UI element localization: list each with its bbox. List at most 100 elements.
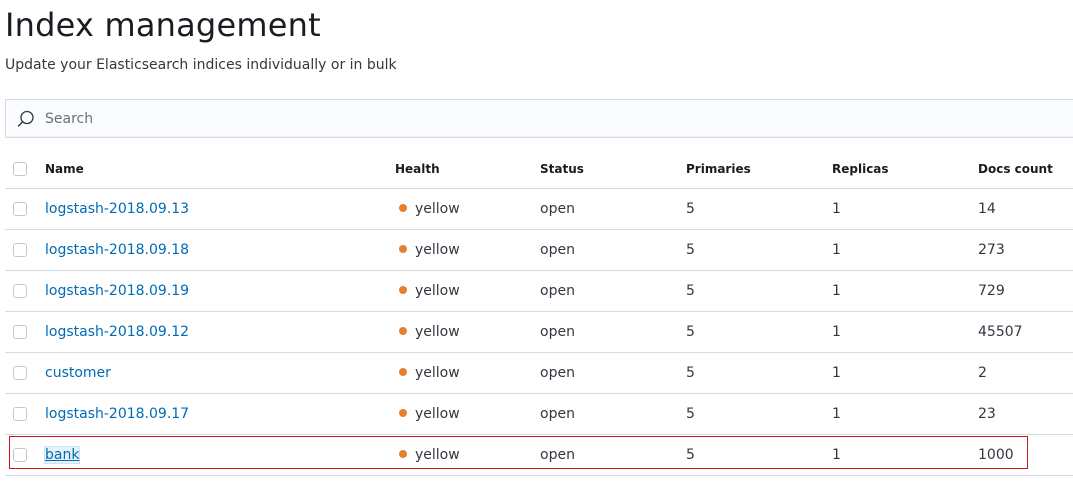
select-all-cell xyxy=(13,150,29,188)
health-label: yellow xyxy=(415,324,460,340)
status-cell: open xyxy=(540,283,575,299)
primaries-cell: 5 xyxy=(686,324,695,340)
status-cell: open xyxy=(540,324,575,340)
indices-table: Name Health Status Primaries Replicas Do… xyxy=(5,150,1073,476)
index-name-link[interactable]: logstash-2018.09.13 xyxy=(45,201,189,217)
health-dot-icon xyxy=(399,286,407,294)
health-label: yellow xyxy=(415,365,460,381)
health-dot-icon xyxy=(399,368,407,376)
page-subtitle: Update your Elasticsearch indices indivi… xyxy=(5,57,397,73)
health-cell: yellow xyxy=(395,394,460,434)
search-icon xyxy=(17,110,34,127)
health-dot-icon xyxy=(399,450,407,458)
replicas-cell: 1 xyxy=(832,201,841,217)
replicas-cell: 1 xyxy=(832,324,841,340)
status-cell: open xyxy=(540,242,575,258)
status-cell: open xyxy=(540,201,575,217)
index-name-cell: logstash-2018.09.13 xyxy=(45,189,189,229)
index-name-link[interactable]: bank xyxy=(45,447,80,463)
column-header-status[interactable]: Status xyxy=(540,150,584,188)
health-dot-icon xyxy=(399,409,407,417)
health-cell: yellow xyxy=(395,312,460,352)
row-checkbox-cell xyxy=(13,435,29,475)
replicas-cell: 1 xyxy=(832,242,841,258)
search-input[interactable] xyxy=(45,100,945,137)
docs-count-cell: 14 xyxy=(978,201,996,217)
primaries-cell: 5 xyxy=(686,447,695,463)
index-name-cell: customer xyxy=(45,353,111,393)
row-checkbox-cell xyxy=(13,271,29,311)
table-header-row: Name Health Status Primaries Replicas Do… xyxy=(5,150,1073,189)
health-label: yellow xyxy=(415,447,460,463)
health-cell: yellow xyxy=(395,271,460,311)
row-checkbox-cell xyxy=(13,189,29,229)
primaries-cell: 5 xyxy=(686,242,695,258)
index-management-page: Index management Update your Elasticsear… xyxy=(0,0,1073,482)
primaries-cell: 5 xyxy=(686,406,695,422)
column-header-docs-count[interactable]: Docs count xyxy=(978,150,1053,188)
index-name-link[interactable]: customer xyxy=(45,365,111,381)
status-cell: open xyxy=(540,365,575,381)
column-header-primaries[interactable]: Primaries xyxy=(686,150,751,188)
replicas-cell: 1 xyxy=(832,447,841,463)
row-checkbox[interactable] xyxy=(13,284,27,298)
health-cell: yellow xyxy=(395,435,460,475)
health-dot-icon xyxy=(399,204,407,212)
docs-count-cell: 1000 xyxy=(978,447,1014,463)
row-checkbox-cell xyxy=(13,230,29,270)
docs-count-cell: 45507 xyxy=(978,324,1023,340)
column-header-name[interactable]: Name xyxy=(45,150,84,188)
health-label: yellow xyxy=(415,406,460,422)
column-header-health[interactable]: Health xyxy=(395,150,440,188)
table-row: bank yellow open 5 1 1000 xyxy=(5,435,1073,476)
primaries-cell: 5 xyxy=(686,283,695,299)
status-cell: open xyxy=(540,406,575,422)
index-name-link[interactable]: logstash-2018.09.17 xyxy=(45,406,189,422)
row-checkbox[interactable] xyxy=(13,202,27,216)
row-checkbox-cell xyxy=(13,353,29,393)
index-name-cell: bank xyxy=(45,435,80,475)
docs-count-cell: 273 xyxy=(978,242,1005,258)
status-cell: open xyxy=(540,447,575,463)
health-label: yellow xyxy=(415,283,460,299)
health-dot-icon xyxy=(399,245,407,253)
replicas-cell: 1 xyxy=(832,406,841,422)
docs-count-cell: 729 xyxy=(978,283,1005,299)
row-checkbox[interactable] xyxy=(13,325,27,339)
primaries-cell: 5 xyxy=(686,365,695,381)
index-name-link[interactable]: logstash-2018.09.19 xyxy=(45,283,189,299)
select-all-checkbox[interactable] xyxy=(13,162,27,176)
table-row: logstash-2018.09.12 yellow open 5 1 4550… xyxy=(5,312,1073,353)
index-name-cell: logstash-2018.09.18 xyxy=(45,230,189,270)
row-checkbox[interactable] xyxy=(13,407,27,421)
table-row: logstash-2018.09.19 yellow open 5 1 729 xyxy=(5,271,1073,312)
index-name-cell: logstash-2018.09.19 xyxy=(45,271,189,311)
row-checkbox-cell xyxy=(13,394,29,434)
replicas-cell: 1 xyxy=(832,283,841,299)
row-checkbox[interactable] xyxy=(13,448,27,462)
index-name-link[interactable]: logstash-2018.09.12 xyxy=(45,324,189,340)
replicas-cell: 1 xyxy=(832,365,841,381)
health-cell: yellow xyxy=(395,230,460,270)
table-row: customer yellow open 5 1 2 xyxy=(5,353,1073,394)
search-bar[interactable] xyxy=(5,99,1073,138)
row-checkbox-cell xyxy=(13,312,29,352)
docs-count-cell: 2 xyxy=(978,365,987,381)
index-name-cell: logstash-2018.09.17 xyxy=(45,394,189,434)
column-header-replicas[interactable]: Replicas xyxy=(832,150,889,188)
index-name-cell: logstash-2018.09.12 xyxy=(45,312,189,352)
health-label: yellow xyxy=(415,201,460,217)
health-cell: yellow xyxy=(395,189,460,229)
row-checkbox[interactable] xyxy=(13,366,27,380)
docs-count-cell: 23 xyxy=(978,406,996,422)
index-name-link[interactable]: logstash-2018.09.18 xyxy=(45,242,189,258)
table-row: logstash-2018.09.13 yellow open 5 1 14 xyxy=(5,189,1073,230)
health-dot-icon xyxy=(399,327,407,335)
table-row: logstash-2018.09.17 yellow open 5 1 23 xyxy=(5,394,1073,435)
health-label: yellow xyxy=(415,242,460,258)
health-cell: yellow xyxy=(395,353,460,393)
page-title: Index management xyxy=(5,6,321,44)
table-row: logstash-2018.09.18 yellow open 5 1 273 xyxy=(5,230,1073,271)
row-checkbox[interactable] xyxy=(13,243,27,257)
primaries-cell: 5 xyxy=(686,201,695,217)
